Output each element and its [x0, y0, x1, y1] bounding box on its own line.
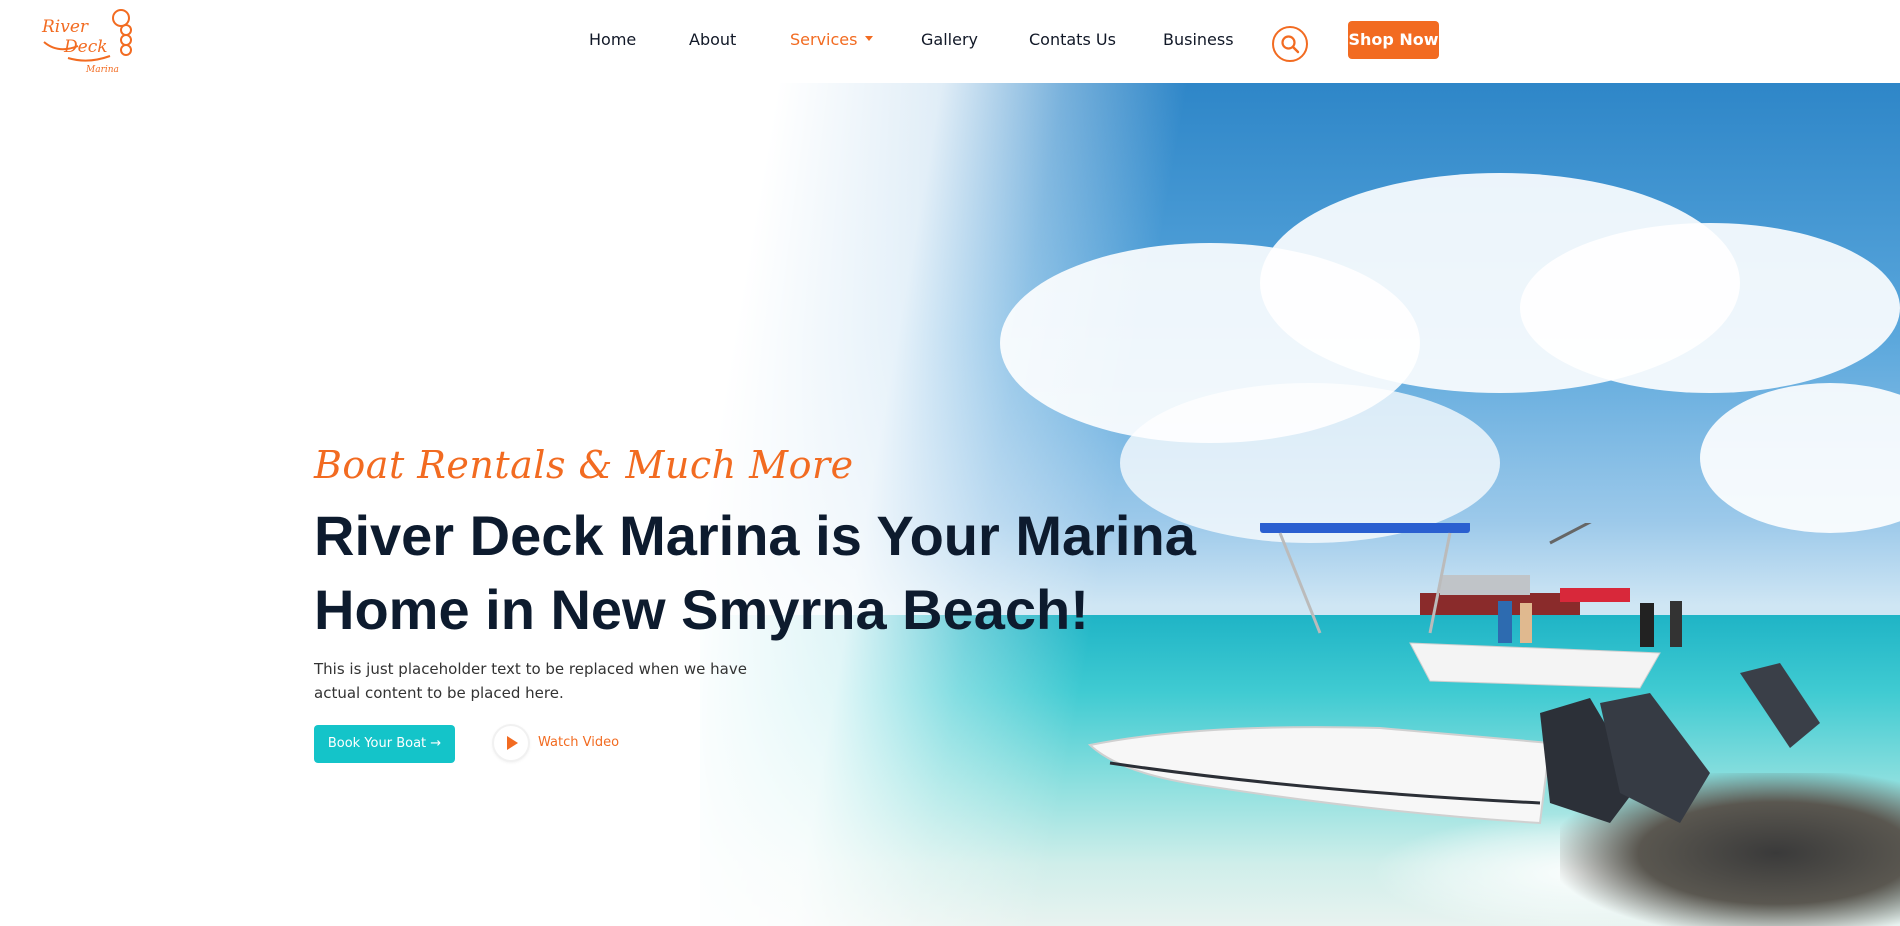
play-icon — [507, 736, 518, 750]
search-button[interactable] — [1272, 26, 1308, 62]
nav-about[interactable]: About — [689, 30, 736, 49]
hero-tagline: Boat Rentals & Much More — [314, 443, 854, 487]
hero-content: Boat Rentals & Much More River Deck Mari… — [314, 435, 1274, 765]
nav-home[interactable]: Home — [589, 30, 636, 49]
play-button[interactable] — [494, 726, 528, 760]
main-nav: Home About Services Gallery Contats Us B… — [0, 0, 1900, 83]
nav-gallery[interactable]: Gallery — [921, 30, 978, 49]
book-your-boat-button[interactable]: Book Your Boat → — [314, 725, 455, 763]
shop-now-button[interactable]: Shop Now — [1348, 21, 1439, 59]
site-header: River Deck Marina Home About Services Ga… — [0, 0, 1900, 83]
headline-line-1: River Deck Marina is Your Marina — [314, 504, 1196, 567]
hero-section: Boat Rentals & Much More River Deck Mari… — [0, 83, 1900, 926]
nav-services[interactable]: Services — [790, 30, 874, 49]
chevron-down-icon — [865, 36, 874, 41]
nav-contact-us[interactable]: Contats Us — [1029, 30, 1116, 49]
hero-description: This is just placeholder text to be repl… — [314, 660, 747, 702]
headline-line-2: Home in New Smyrna Beach! — [314, 578, 1089, 641]
hero-cta-row: Book Your Boat → Watch Video — [314, 725, 1274, 765]
hero-headline: River Deck Marina is Your Marina Home in… — [314, 499, 1274, 647]
nav-services-label: Services — [790, 30, 858, 49]
search-icon — [1281, 35, 1300, 54]
nav-business[interactable]: Business — [1163, 30, 1234, 49]
watch-video-label: Watch Video — [538, 735, 620, 750]
